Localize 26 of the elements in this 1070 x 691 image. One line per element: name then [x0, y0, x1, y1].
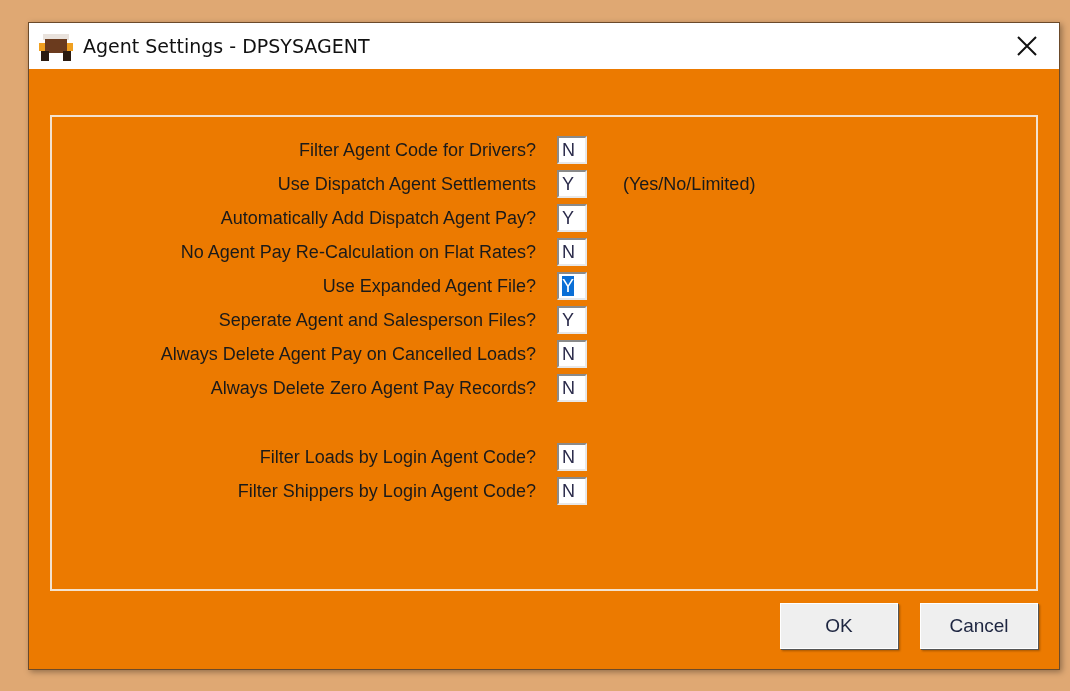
- setting-label: Always Delete Zero Agent Pay Records?: [209, 377, 536, 399]
- input-field[interactable]: Y: [557, 306, 587, 334]
- hint-text: (Yes/No/Limited): [623, 173, 756, 195]
- input-field[interactable]: N: [557, 374, 587, 402]
- setting-label: Use Dispatch Agent Settlements: [276, 173, 536, 195]
- setting-label: Filter Loads by Login Agent Code?: [258, 446, 536, 468]
- setting-label: No Agent Pay Re-Calculation on Flat Rates?: [179, 241, 536, 263]
- setting-label: Filter Shippers by Login Agent Code?: [236, 480, 536, 502]
- setting-label: Use Expanded Agent File?: [321, 275, 536, 297]
- input-field[interactable]: Y: [557, 170, 587, 198]
- input-field[interactable]: N: [557, 340, 587, 368]
- input-field[interactable]: N: [557, 136, 587, 164]
- input-field[interactable]: N: [557, 477, 587, 505]
- setting-label: Filter Agent Code for Drivers?: [297, 139, 536, 161]
- truck-icon: [39, 31, 73, 61]
- window-title: Agent Settings - DPSYSAGENT: [83, 35, 371, 57]
- input-field[interactable]: N: [557, 443, 587, 471]
- close-icon: [1016, 35, 1038, 57]
- setting-label: Always Delete Agent Pay on Cancelled Loads?: [159, 343, 536, 365]
- setting-label: Seperate Agent and Salesperson Files?: [217, 309, 536, 331]
- ok-button[interactable]: OK: [780, 603, 898, 649]
- input-field[interactable]: Y: [557, 272, 587, 300]
- input-field[interactable]: Y: [557, 204, 587, 232]
- cancel-button[interactable]: Cancel: [920, 603, 1038, 649]
- input-field[interactable]: N: [557, 238, 587, 266]
- setting-label: Automatically Add Dispatch Agent Pay?: [219, 207, 536, 229]
